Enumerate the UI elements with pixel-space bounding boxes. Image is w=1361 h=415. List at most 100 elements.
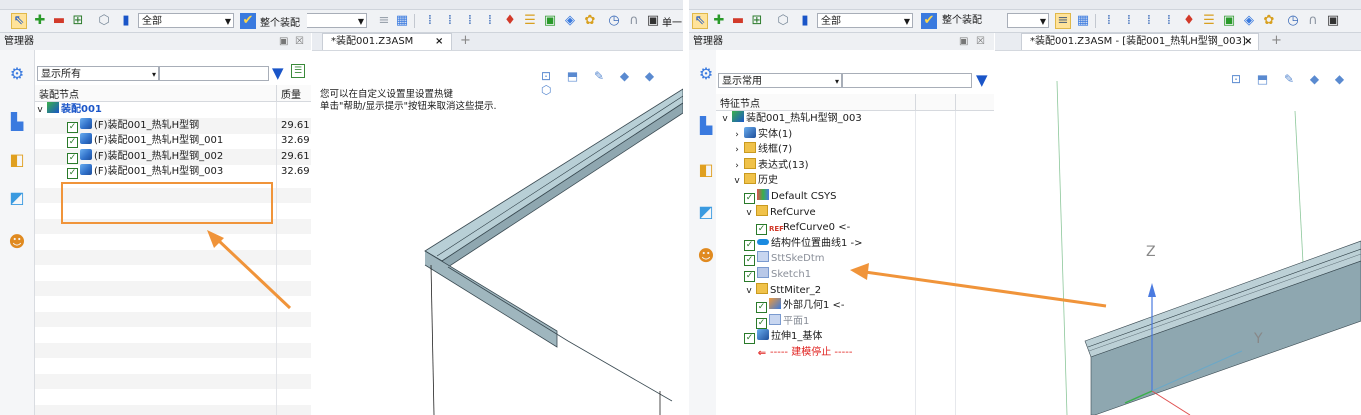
feature-tree-row[interactable]: v SttMiter_2 — [716, 282, 994, 299]
part-view-icon[interactable]: ◧ — [7, 150, 27, 170]
pin-icon-right[interactable]: ▣ — [959, 33, 968, 50]
filter-select-right[interactable]: 显示常用 ▾ — [718, 73, 842, 88]
filter-all-select-right[interactable]: 全部 ▼ — [817, 13, 913, 28]
history-icon-right[interactable]: ▙ — [696, 116, 716, 136]
collapse-caret-icon[interactable]: v — [720, 111, 730, 127]
remove-icon[interactable]: ▬ — [51, 13, 67, 29]
marker-icon[interactable]: ♦ — [502, 13, 518, 29]
tab-close-icon-right[interactable]: × — [1244, 34, 1252, 50]
layer-icon-right-2[interactable]: ▦ — [1075, 13, 1091, 29]
expand-caret-icon[interactable]: › — [732, 142, 742, 158]
layer-icon-right-1[interactable]: ≡ — [1055, 13, 1071, 29]
close-panel-icon[interactable]: ☒ — [295, 33, 304, 50]
remove-icon-right[interactable]: ▬ — [730, 13, 746, 29]
grid-icon-right[interactable]: ⊞ — [749, 13, 765, 29]
layer-icon-1[interactable]: ≡ — [376, 13, 392, 29]
clock-icon-right[interactable]: ◷ — [1285, 13, 1301, 29]
collapse-caret-icon[interactable]: v — [744, 205, 754, 221]
feature-tree-row[interactable]: ✓ REFRefCurve0 <- — [716, 220, 994, 236]
pin-icon[interactable]: ▣ — [279, 33, 288, 50]
expand-caret-icon[interactable]: › — [732, 158, 742, 174]
feature-tree-row[interactable]: ✓ Default CSYS — [716, 189, 994, 205]
visibility-checkbox[interactable]: ✓ — [67, 121, 78, 133]
assembly-tree-icon[interactable]: ⚙ — [7, 64, 27, 84]
close-panel-icon-right[interactable]: ☒ — [976, 33, 985, 50]
feature-tree-row[interactable]: ✓ 平面1 — [716, 313, 994, 330]
new-tab-icon-right[interactable]: + — [1271, 33, 1282, 49]
feature-checkbox[interactable]: ✓ — [744, 193, 755, 204]
tree-component-row[interactable]: ✓ (F)装配001_热轧H型钢_001 32.69 — [35, 133, 311, 149]
filter-all-select[interactable]: 全部 ▼ — [138, 13, 234, 28]
assembly-scope-icon-right[interactable]: ✔ — [921, 13, 937, 29]
scope-dropdown-end-right[interactable]: ▼ — [1007, 13, 1049, 28]
left-3d-viewport[interactable]: 您可以在自定义设置里设置热键 单击"帮助/显示提示"按钮来取消这些提示. ⊡ ⬒… — [312, 51, 683, 415]
feature-tree-row[interactable]: ✓ 结构件位置曲线1 -> — [716, 236, 994, 252]
visibility-checkbox[interactable]: ✓ — [67, 168, 78, 179]
shape-icon[interactable]: ⬡ — [96, 13, 112, 29]
add-icon[interactable]: ✚ — [32, 13, 48, 29]
part-icon-right[interactable]: ◈ — [1241, 13, 1257, 29]
tool-icon-right-3[interactable]: ⁞ — [1141, 13, 1157, 29]
feature-tree-row[interactable]: ✓ 拉伸1_基体 — [716, 329, 994, 345]
feature-tree-row[interactable]: v 装配001_热轧H型钢_003 — [716, 111, 994, 127]
scope-dropdown-end[interactable]: ▼ — [307, 13, 367, 28]
filter-bar-icon[interactable]: ▮ — [118, 13, 134, 29]
feature-checkbox[interactable]: ✓ — [744, 239, 755, 251]
feature-tree-row[interactable]: › 表达式(13) — [716, 157, 994, 174]
feature-checkbox[interactable]: ✓ — [756, 317, 767, 329]
filter-funnel-icon[interactable]: ▼ — [272, 64, 284, 82]
tree-root-row[interactable]: v 装配001 — [35, 102, 311, 118]
list-icon-right[interactable]: ☰ — [1201, 13, 1217, 29]
feature-checkbox[interactable]: ✓ — [756, 302, 767, 314]
assembly-scope-icon[interactable]: ✔ — [240, 13, 256, 29]
part-icon[interactable]: ◈ — [562, 13, 578, 29]
tool-icon-right-1[interactable]: ⁞ — [1101, 13, 1117, 29]
window-icon[interactable]: ▣ — [645, 13, 661, 29]
table-icon-right[interactable]: ▣ — [1221, 13, 1237, 29]
tab-close-icon[interactable]: × — [435, 34, 443, 50]
tool-icon-right-2[interactable]: ⁞ — [1121, 13, 1137, 29]
window-icon-right[interactable]: ▣ — [1325, 13, 1341, 29]
user-icon[interactable]: ☻ — [7, 232, 27, 252]
user-icon-right[interactable]: ☻ — [696, 246, 716, 266]
tab-assembly-document[interactable]: *装配001.Z3ASM × — [322, 33, 452, 50]
feature-tree-row[interactable]: › 实体(1) — [716, 126, 994, 143]
tool-icon-1[interactable]: ⁞ — [422, 13, 438, 29]
right-3d-viewport[interactable]: ⊡ ⬒ ✎ ◆ ◆ Z Y — [995, 51, 1361, 415]
tree-component-row[interactable]: ✓ (F)装配001_热轧H型钢 29.61 — [35, 117, 311, 134]
collapse-caret-icon[interactable]: v — [744, 283, 754, 299]
display-icon-right[interactable]: ◩ — [696, 202, 716, 222]
table-icon[interactable]: ▣ — [542, 13, 558, 29]
feature-checkbox[interactable]: ✓ — [744, 271, 755, 282]
collapse-caret-icon[interactable]: v — [35, 102, 45, 118]
feature-checkbox[interactable]: ✓ — [744, 333, 755, 345]
visibility-checkbox[interactable]: ✓ — [67, 137, 78, 148]
tab-part-document[interactable]: *装配001.Z3ASM - [装配001_热轧H型钢_003] × — [1021, 33, 1259, 50]
assembly-tree-icon-right[interactable]: ⚙ — [696, 64, 716, 84]
model-icon-right[interactable]: ✿ — [1261, 13, 1277, 29]
model-icon[interactable]: ✿ — [582, 13, 598, 29]
new-tab-icon[interactable]: + — [460, 33, 471, 49]
bracket-icon[interactable]: ∩ — [626, 13, 642, 29]
search-input[interactable] — [159, 66, 269, 81]
bracket-icon-right[interactable]: ∩ — [1305, 13, 1321, 29]
tool-icon-3[interactable]: ⁞ — [462, 13, 478, 29]
visibility-checkbox[interactable]: ✓ — [67, 152, 78, 164]
pick-filter-icon[interactable]: ⇖ — [11, 13, 27, 29]
filter-bar-icon-right[interactable]: ▮ — [797, 13, 813, 29]
feature-tree-row[interactable]: › 线框(7) — [716, 142, 994, 158]
collapse-caret-icon[interactable]: v — [732, 173, 742, 189]
feature-tree-row[interactable]: ✓ SttSkeDtm — [716, 251, 994, 267]
history-icon[interactable]: ▙ — [7, 112, 27, 132]
filter-settings-icon[interactable]: ☰ — [291, 64, 305, 78]
tree-component-row[interactable]: ✓ (F)装配001_热轧H型钢_003 32.69 — [35, 164, 311, 180]
search-input-right[interactable] — [842, 73, 972, 88]
grid-icon[interactable]: ⊞ — [70, 13, 86, 29]
tool-icon-2[interactable]: ⁞ — [442, 13, 458, 29]
marker-icon-right[interactable]: ♦ — [1181, 13, 1197, 29]
feature-tree-row[interactable]: v RefCurve — [716, 204, 994, 221]
feature-tree-row[interactable]: ⇐ ----- 建模停止 ----- — [716, 345, 994, 361]
filter-funnel-icon-right[interactable]: ▼ — [976, 71, 988, 89]
feature-tree-row[interactable]: ✓ 外部几何1 <- — [716, 298, 994, 314]
clock-icon[interactable]: ◷ — [606, 13, 622, 29]
